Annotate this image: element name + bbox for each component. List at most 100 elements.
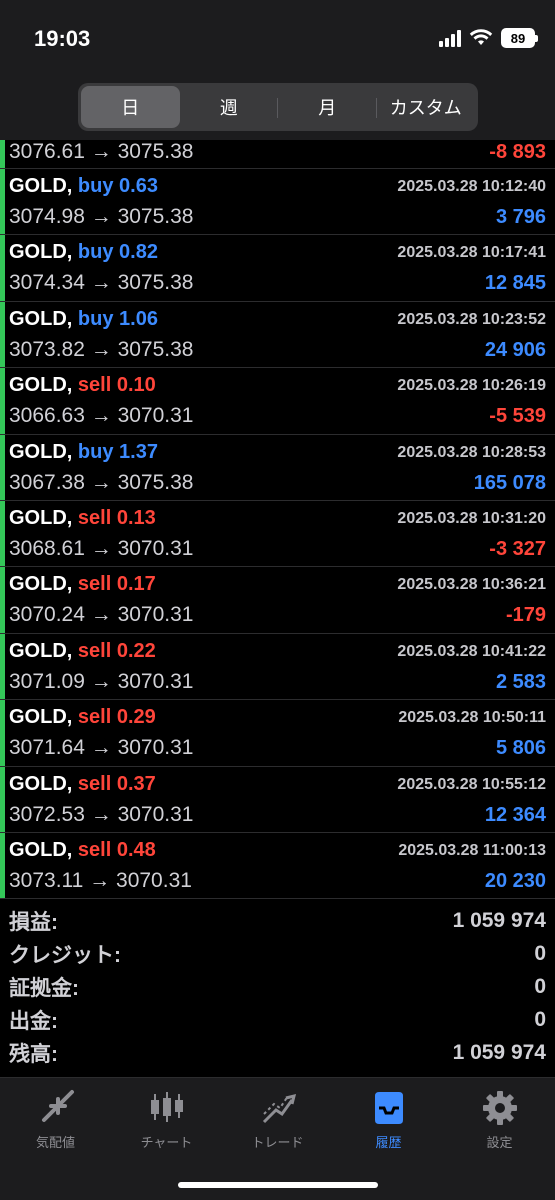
trade-title: GOLD, sell 0.10: [9, 374, 156, 397]
row-accent-bar: [0, 567, 5, 633]
trade-side: sell: [77, 374, 112, 397]
row-accent-bar: [0, 301, 5, 368]
trade-side: sell: [77, 573, 112, 596]
row-accent-bar: [0, 633, 5, 700]
trade-symbol: GOLD,: [9, 374, 73, 397]
trade-prices: 3070.24 → 3070.31: [9, 603, 194, 627]
trade-profit: -179: [505, 604, 546, 627]
trade-volume: 0.17: [116, 573, 156, 596]
trade-volume: 0.37: [116, 772, 156, 795]
trade-row-partial[interactable]: 3076.61 → 3075.38 -8 893: [0, 140, 555, 169]
summary-margin-row: 証拠金: 0: [9, 974, 546, 1000]
trade-row[interactable]: GOLD, sell 0.48 2025.03.28 11:00:13 3073.1…: [0, 832, 555, 900]
trade-row[interactable]: GOLD, sell 0.37 2025.03.28 10:55:12 3072.5…: [0, 766, 555, 833]
trade-volume: 1.06: [119, 307, 158, 330]
trade-row[interactable]: GOLD, sell 0.29 2025.03.28 10:50:11 3071.6…: [0, 700, 555, 767]
trade-side: sell: [77, 772, 112, 795]
trade-side: sell: [77, 506, 112, 529]
trade-volume: 0.48: [116, 838, 156, 861]
trade-volume: 0.29: [116, 706, 156, 729]
trade-prices: 3076.61 → 3075.38: [9, 140, 194, 163]
trade-prices: 3074.98 → 3075.38: [9, 205, 194, 228]
trade-profit: -8 893: [489, 141, 546, 163]
trade-row[interactable]: GOLD, sell 0.10 2025.03.28 10:26:19 3066.6…: [0, 368, 555, 435]
battery-icon: 89: [501, 28, 538, 48]
summary-profit-row: 損益: 1 059 974: [9, 908, 546, 934]
trade-title: GOLD, buy 1.06: [9, 308, 158, 331]
tab-trade[interactable]: トレード: [222, 1078, 333, 1158]
trade-side: buy: [77, 241, 114, 264]
row-accent-bar: [0, 368, 5, 434]
trade-title: GOLD, buy 0.82: [9, 241, 158, 264]
trade-profit: 12 845: [484, 272, 546, 295]
trade-profit: 12 364: [484, 803, 546, 826]
trade-symbol: GOLD,: [9, 307, 73, 330]
trade-profit: 20 230: [484, 869, 546, 892]
trade-row[interactable]: GOLD, sell 0.22 2025.03.28 10:41:22 3071.0…: [0, 633, 555, 701]
row-accent-bar: [0, 235, 5, 301]
header: 19:03 89 日 週 月 カスタム: [0, 0, 555, 140]
wifi-icon: [469, 29, 493, 45]
chart-icon: [150, 1092, 183, 1122]
trade-side: sell: [77, 706, 112, 729]
trade-title: GOLD, sell 0.13: [9, 507, 156, 530]
trade-side: buy: [77, 307, 114, 330]
trade-icon: [262, 1093, 296, 1124]
trade-symbol: GOLD,: [9, 440, 73, 463]
trade-prices: 3074.34 → 3075.38: [9, 271, 194, 295]
trade-symbol: GOLD,: [9, 573, 73, 596]
trade-title: GOLD, buy 0.63: [9, 175, 158, 198]
trade-time: 2025.03.28 10:41:22: [397, 642, 546, 660]
status-icons: 89: [439, 28, 538, 48]
segment-custom[interactable]: カスタム: [377, 86, 476, 128]
trade-time: 2025.03.28 10:12:40: [397, 178, 546, 195]
trade-prices: 3072.53 → 3070.31: [9, 802, 194, 826]
trade-title: GOLD, sell 0.29: [9, 706, 156, 729]
trade-row[interactable]: GOLD, buy 1.37 2025.03.28 10:28:53 3067.38…: [0, 434, 555, 501]
trade-title: GOLD, sell 0.17: [9, 573, 156, 596]
tab-quotes[interactable]: 気配値: [0, 1078, 111, 1158]
row-accent-bar: [0, 434, 5, 500]
trade-row[interactable]: GOLD, buy 0.63 2025.03.28 10:12:40 3074.98…: [0, 169, 555, 236]
trade-prices: 3071.09 → 3070.31: [9, 669, 194, 693]
status-time: 19:03: [34, 26, 91, 51]
trade-symbol: GOLD,: [9, 772, 73, 795]
trade-side: sell: [77, 838, 112, 861]
trade-row[interactable]: GOLD, buy 1.06 2025.03.28 10:23:52 3073.82…: [0, 301, 555, 369]
trade-row[interactable]: GOLD, buy 0.82 2025.03.28 10:17:41 3074.34…: [0, 235, 555, 302]
trade-title: GOLD, sell 0.22: [9, 640, 156, 663]
trade-row[interactable]: GOLD, sell 0.17 2025.03.28 10:36:21 3070.2…: [0, 567, 555, 634]
row-accent-bar: [0, 500, 5, 567]
trade-side: buy: [77, 440, 114, 463]
home-indicator: [178, 1182, 378, 1188]
trade-side: sell: [77, 639, 112, 662]
trade-time: 2025.03.28 11:00:13: [398, 841, 546, 859]
tab-history[interactable]: 履歴: [333, 1078, 444, 1158]
trade-title: GOLD, sell 0.48: [9, 839, 156, 862]
trade-side: buy: [77, 175, 114, 197]
trade-time: 2025.03.28 10:23:52: [397, 310, 546, 328]
trade-symbol: GOLD,: [9, 506, 73, 529]
tab-settings[interactable]: 設定: [444, 1078, 555, 1158]
trade-volume: 0.63: [119, 175, 158, 197]
segment-week[interactable]: 週: [180, 86, 278, 128]
trade-prices: 3073.11 → 3070.31: [9, 868, 192, 892]
trade-prices: 3067.38 → 3075.38: [9, 470, 194, 494]
period-segmented-control[interactable]: 日 週 月 カスタム: [78, 83, 478, 131]
trade-symbol: GOLD,: [9, 706, 73, 729]
quotes-icon: [41, 1090, 74, 1122]
trade-volume: 0.10: [116, 374, 156, 397]
segment-day[interactable]: 日: [81, 86, 180, 128]
trade-row[interactable]: GOLD, sell 0.13 2025.03.28 10:31:20 3068.6…: [0, 500, 555, 568]
trade-time: 2025.03.28 10:50:11: [398, 709, 546, 727]
cellular-signal-icon: [439, 29, 461, 47]
account-summary: 損益: 1 059 974 クレジット: 0 証拠金: 0 出金: 0 残高: 1 059…: [0, 904, 555, 1069]
trade-history-list[interactable]: 3076.61 → 3075.38 -8 893 GOLD, buy 0.63 2…: [0, 140, 555, 900]
segment-month[interactable]: 月: [278, 86, 377, 128]
trade-volume: 0.22: [116, 639, 156, 662]
row-accent-bar: [0, 140, 5, 168]
tab-chart[interactable]: チャート: [111, 1078, 222, 1158]
trade-profit: -3 327: [489, 537, 546, 560]
trade-time: 2025.03.28 10:28:53: [397, 443, 546, 461]
trade-profit: -5 539: [489, 405, 546, 428]
